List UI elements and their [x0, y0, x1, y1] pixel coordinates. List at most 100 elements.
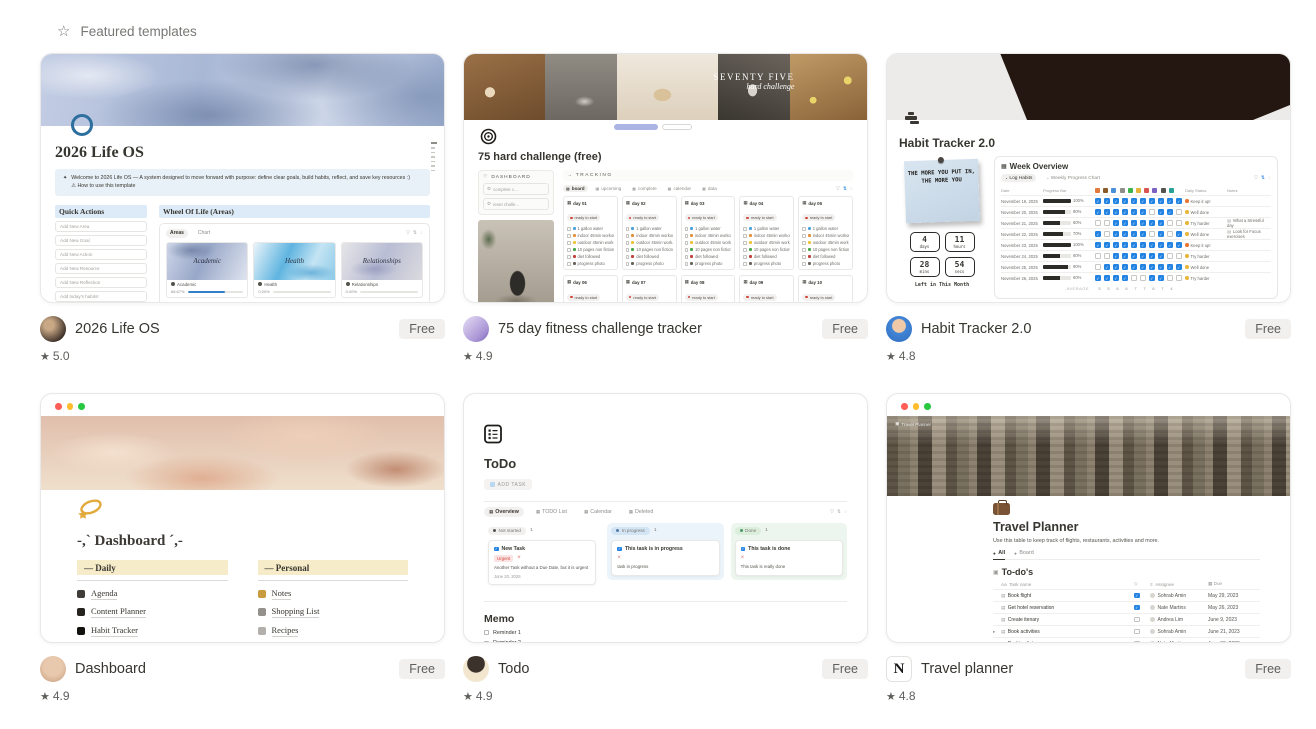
- checkbox: [567, 262, 571, 266]
- wheel-title: Wheel Of Life (Areas): [159, 205, 430, 218]
- task-name: Get hotel reservation: [1008, 605, 1054, 611]
- dashboard-link: Agenda: [77, 588, 228, 600]
- view-icon: ▦: [629, 509, 633, 515]
- assignee-name: Nate Martins: [1158, 641, 1186, 644]
- price-badge: Free: [399, 319, 445, 339]
- habit-icon: [749, 234, 752, 237]
- template-name[interactable]: 2026 Life OS: [75, 321, 390, 337]
- habit-icon: [631, 262, 634, 265]
- habit-icon: [1103, 188, 1108, 193]
- checkbox: [802, 262, 806, 266]
- task-card: ✓This task is done × This task is really…: [735, 540, 843, 577]
- checkbox: [685, 241, 689, 245]
- task-date: June 20, 2026: [494, 574, 590, 579]
- heart-icon: ♡: [483, 175, 488, 180]
- template-card-travel-planner[interactable]: ▣Travel Planner Travel Planner Use this …: [886, 393, 1291, 703]
- habit-icon: [1136, 188, 1141, 193]
- template-grid: 2026 Life OS ✦ Welcome to 2026 Life OS —…: [40, 53, 1291, 703]
- star-icon: ★: [886, 350, 896, 363]
- template-name[interactable]: Dashboard: [75, 661, 390, 677]
- habit-icon: [749, 248, 752, 251]
- dashboard-link: Habit Tracker: [77, 625, 228, 637]
- template-card-todo[interactable]: ToDo ADD TASK ▦Overview▦TODO List▦Calend…: [463, 393, 868, 703]
- section-header: ☆ Featured templates: [57, 24, 1316, 39]
- memo-title: Memo: [484, 613, 847, 625]
- item-icon: [258, 590, 266, 598]
- person-icon: ≡: [1150, 582, 1153, 587]
- day-card: ▦day 09 ready to start 1 gallon water: [739, 275, 794, 303]
- habit-icon: [1144, 188, 1149, 193]
- habit-checkbox: ✓: [1158, 209, 1164, 215]
- checkbox: [685, 248, 689, 252]
- habit-checkbox: ✓: [1167, 275, 1173, 281]
- calendar-icon: ▦: [802, 279, 806, 285]
- rating-value: 4.8: [899, 349, 916, 363]
- habit-checkbox: ✓: [1131, 253, 1137, 259]
- status-pill: Done: [735, 527, 761, 535]
- habit-checkbox: ✓: [1149, 242, 1155, 248]
- page-title: 75 hard challenge (free): [478, 151, 853, 163]
- close-window-icon: [55, 403, 62, 410]
- habit-icon: [1120, 188, 1125, 193]
- calendar-icon: ▦: [626, 200, 630, 206]
- day-card: ▦day 04 ready to start 1 gallon waterind…: [739, 196, 794, 270]
- view-icon: ▦: [668, 186, 672, 191]
- template-preview[interactable]: Habit Tracker 2.0 THE MORE YOU PUT IN, T…: [886, 53, 1291, 303]
- template-name[interactable]: 75 day fitness challenge tracker: [498, 321, 813, 337]
- habit-checkbox: ✓: [1167, 231, 1173, 237]
- template-preview[interactable]: SEVENTY FIVE hard challenge 75 hard chal…: [463, 53, 868, 303]
- day-card: ▦day 02 ready to start 1 gallon waterind…: [622, 196, 677, 270]
- template-card-2026-life-os[interactable]: 2026 Life OS ✦ Welcome to 2026 Life OS —…: [40, 53, 445, 363]
- habit-checkbox: ✓: [1122, 264, 1128, 270]
- author-pills: [614, 124, 692, 130]
- average-value: 7: [1158, 286, 1167, 291]
- template-card-dashboard[interactable]: -,` Dashboard ´,- — Daily: [40, 393, 445, 703]
- dashboard-column: — Personal Notes: [258, 560, 409, 643]
- habit-checklist-item: 10 pages non fiction: [743, 247, 790, 252]
- template-preview[interactable]: ▣Travel Planner Travel Planner Use this …: [886, 393, 1291, 643]
- rating-value: 4.9: [476, 349, 493, 363]
- countdown-box: 11hours: [945, 232, 975, 252]
- average-value: 7: [1140, 286, 1149, 291]
- habit-checkbox: ✓: [1176, 253, 1182, 259]
- star-icon: ★: [40, 350, 50, 363]
- template-preview[interactable]: ToDo ADD TASK ▦Overview▦TODO List▦Calend…: [463, 393, 868, 643]
- habit-checklist-item: indoor 45min workout: [685, 233, 732, 238]
- progress-value: 100%: [1073, 198, 1084, 203]
- rating-value: 4.9: [53, 689, 70, 703]
- template-name[interactable]: Habit Tracker 2.0: [921, 321, 1236, 337]
- progress-bar: [1043, 254, 1071, 258]
- column-count: 1: [765, 528, 768, 533]
- habit-checkbox: ✓: [1122, 231, 1128, 237]
- habit-checklist-item: outdoor 45min work...: [743, 240, 790, 245]
- template-card-habit-tracker[interactable]: Habit Tracker 2.0 THE MORE YOU PUT IN, T…: [886, 53, 1291, 363]
- task-checkbox-icon: ✓: [617, 547, 622, 552]
- template-preview[interactable]: 2026 Life OS ✦ Welcome to 2026 Life OS —…: [40, 53, 445, 303]
- template-name[interactable]: Todo: [498, 661, 813, 677]
- memo-item: Reminder 2: [484, 640, 847, 643]
- checkbox: [743, 248, 747, 252]
- due-date: June 21, 2023: [1208, 629, 1260, 635]
- habit-icon: [749, 227, 752, 230]
- average-row: AVERAGE 556677674: [1001, 283, 1271, 293]
- progress-bar: [1043, 265, 1071, 269]
- habit-checkbox: ✓: [1140, 253, 1146, 259]
- habit-checkbox: ✓: [1140, 220, 1146, 226]
- view-tab: ◔Weekly Progress Chart: [1042, 174, 1104, 182]
- left-column: THE MORE YOU PUT IN, THE MORE YOU 4days1…: [899, 156, 985, 299]
- area-icon: [171, 282, 175, 286]
- template-card-75-hard[interactable]: SEVENTY FIVE hard challenge 75 hard chal…: [463, 53, 868, 363]
- countdown-grid: 4days11hours28mins54secs: [899, 232, 985, 277]
- template-name[interactable]: Travel planner: [921, 661, 1236, 677]
- area-cover-label: Academic: [193, 257, 221, 265]
- area-label: Academic: [177, 282, 196, 287]
- habit-checklist-item: 1 gallon water: [743, 226, 790, 231]
- column-header: — Personal: [258, 560, 409, 575]
- view-tabs: ●All●Board: [993, 550, 1260, 560]
- template-preview[interactable]: -,` Dashboard ´,- — Daily: [40, 393, 445, 643]
- checkbox: [567, 234, 571, 238]
- page-subtitle: Use this table to keep track of flights,…: [993, 538, 1260, 544]
- price-badge: Free: [1245, 659, 1291, 679]
- habit-checkbox: ✓: [1104, 275, 1110, 281]
- aa-icon: Aa: [1001, 582, 1007, 587]
